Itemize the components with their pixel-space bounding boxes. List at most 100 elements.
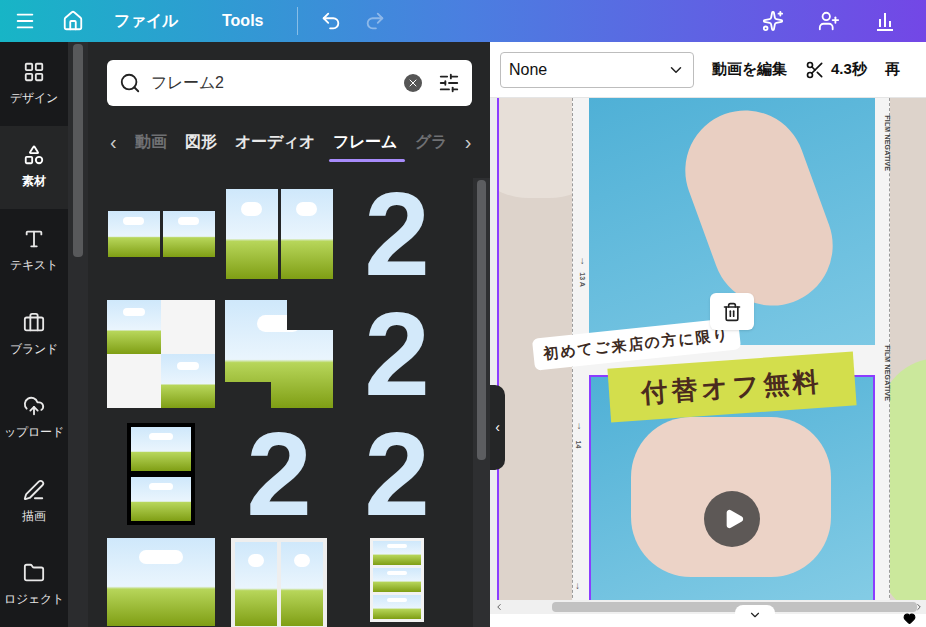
scroll-left-icon[interactable] <box>494 602 504 612</box>
clear-button[interactable] <box>404 74 422 92</box>
trash-icon <box>722 302 742 322</box>
frame-image <box>163 211 215 257</box>
frame-image <box>373 568 421 592</box>
sidebar-item-icon <box>23 562 45 584</box>
sidebar-item-icon <box>23 312 45 334</box>
transition-select[interactable]: None <box>500 52 694 88</box>
filter-icon[interactable] <box>438 72 460 94</box>
sidebar-item[interactable]: テキスト <box>0 209 68 293</box>
frame-item[interactable] <box>225 298 333 410</box>
context-toolbar: None 動画を編集 4.3秒再 <box>490 42 926 98</box>
category-tabs: ‹ 動画図形オーディオフレームグラ › <box>88 120 490 164</box>
edit-video-button[interactable]: 動画を編集 <box>712 58 787 81</box>
frame-image <box>131 477 191 521</box>
chevron-down-icon <box>667 61 685 79</box>
editor-area: ‹ None 動画を編集 4.3秒再 FILM NEGATIVE FILM NEGATIV… <box>490 42 926 627</box>
toolbar-overflow[interactable]: 再 <box>885 58 900 81</box>
play-icon <box>723 508 745 530</box>
sidebar-item[interactable]: ブランド <box>0 293 68 377</box>
frame-item[interactable]: 2 <box>343 418 451 530</box>
digit-frame: 2 <box>246 415 312 533</box>
heart-icon[interactable] <box>903 612 916 625</box>
film-mark: ↓13 A <box>575 256 590 283</box>
share-people-icon[interactable] <box>818 10 840 32</box>
frame-item[interactable]: 2 <box>343 178 451 290</box>
category-tab[interactable]: フレーム <box>333 120 397 164</box>
expand-tab[interactable] <box>735 605 775 625</box>
frame-image <box>373 595 421 619</box>
frame-item[interactable] <box>107 178 215 290</box>
chevron-down-icon <box>748 608 762 622</box>
redo-icon[interactable] <box>364 10 386 32</box>
frames-grid: 2222 <box>88 178 451 627</box>
clear-icon <box>407 77 419 89</box>
top-bar: ファイル Tools <box>0 0 926 42</box>
category-tab[interactable]: オーディオ <box>235 120 315 164</box>
rail-scrollbar[interactable] <box>68 42 88 627</box>
frame-item[interactable]: 2 <box>225 418 333 530</box>
film-mark: ↓14 <box>575 421 583 448</box>
film-mark: ↓ <box>575 581 580 591</box>
frame-image <box>373 541 421 565</box>
search-icon <box>119 72 141 94</box>
frame-item[interactable] <box>107 298 215 410</box>
canva-editor: ファイルToolsデザイン素材テキストブランドップロード描画ロジェクトフレーム2… <box>0 0 926 627</box>
film-label: FILM NEGATIVE <box>882 333 893 413</box>
frame-image <box>281 189 333 279</box>
tabs-prev[interactable]: ‹ <box>110 127 117 157</box>
panel-scrollbar[interactable] <box>473 178 490 627</box>
frame-image <box>161 354 215 408</box>
undo-icon[interactable] <box>320 10 342 32</box>
digit-frame: 2 <box>364 175 430 293</box>
frame-item[interactable] <box>343 538 451 627</box>
play-button[interactable] <box>704 491 760 547</box>
delete-button[interactable] <box>710 293 754 330</box>
frame-item[interactable] <box>225 178 333 290</box>
sidebar-item[interactable]: ップロード <box>0 376 68 460</box>
menu-icon[interactable] <box>14 10 36 32</box>
category-tab[interactable]: 図形 <box>185 120 217 164</box>
side-rail: デザイン素材テキストブランドップロード描画ロジェクト <box>0 42 68 627</box>
home-icon[interactable] <box>62 10 84 32</box>
search-field[interactable]: フレーム2 <box>107 60 472 106</box>
topbar-menu[interactable]: Tools <box>222 9 263 33</box>
horizontal-scrollbar[interactable] <box>490 600 926 614</box>
category-tab[interactable]: グラ <box>415 120 447 164</box>
topbar-menu[interactable]: ファイル <box>114 9 178 33</box>
trim-button[interactable]: 4.3秒 <box>805 58 867 81</box>
frame-image <box>281 542 323 626</box>
sidebar-item-icon <box>23 479 45 501</box>
frame-image <box>226 189 278 279</box>
scissors-icon <box>805 60 825 80</box>
sidebar-item-icon <box>23 144 45 166</box>
frame-item[interactable] <box>107 538 215 627</box>
frame-image <box>107 538 215 626</box>
design-page: FILM NEGATIVEFILM NEGATIVE↓13 A↓14↓付替オフ無… <box>497 98 926 600</box>
frame-image <box>235 542 277 626</box>
frame-image <box>108 211 160 257</box>
digit-frame: 2 <box>364 295 430 413</box>
film-label: FILM NEGATIVE <box>882 103 893 183</box>
magic-icon[interactable] <box>762 10 784 32</box>
chart-icon[interactable] <box>874 10 896 32</box>
frame-image <box>131 427 191 471</box>
sidebar-item[interactable]: デザイン <box>0 42 68 126</box>
sidebar-item-icon <box>23 395 45 417</box>
sidebar-item-icon <box>23 228 45 250</box>
collapse-handle[interactable]: ‹ <box>490 385 505 470</box>
sidebar-item[interactable]: 描画 <box>0 460 68 544</box>
tabs-next[interactable]: › <box>465 127 472 157</box>
category-tab[interactable]: 動画 <box>135 120 167 164</box>
frame-item[interactable] <box>107 418 215 530</box>
sidebar-item[interactable]: ロジェクト <box>0 543 68 627</box>
canvas: FILM NEGATIVEFILM NEGATIVE↓13 A↓14↓付替オフ無… <box>490 98 926 600</box>
bottom-bar <box>490 600 926 627</box>
frame-item[interactable]: 2 <box>343 298 451 410</box>
frame-image <box>107 300 161 354</box>
elements-panel: フレーム2‹動画図形オーディオフレームグラ›2222 <box>88 42 490 627</box>
digit-frame: 2 <box>364 415 430 533</box>
frame-item[interactable] <box>225 538 333 627</box>
scroll-right-icon[interactable] <box>914 602 924 612</box>
sidebar-item-icon <box>23 61 45 83</box>
sidebar-item[interactable]: 素材 <box>0 126 68 210</box>
